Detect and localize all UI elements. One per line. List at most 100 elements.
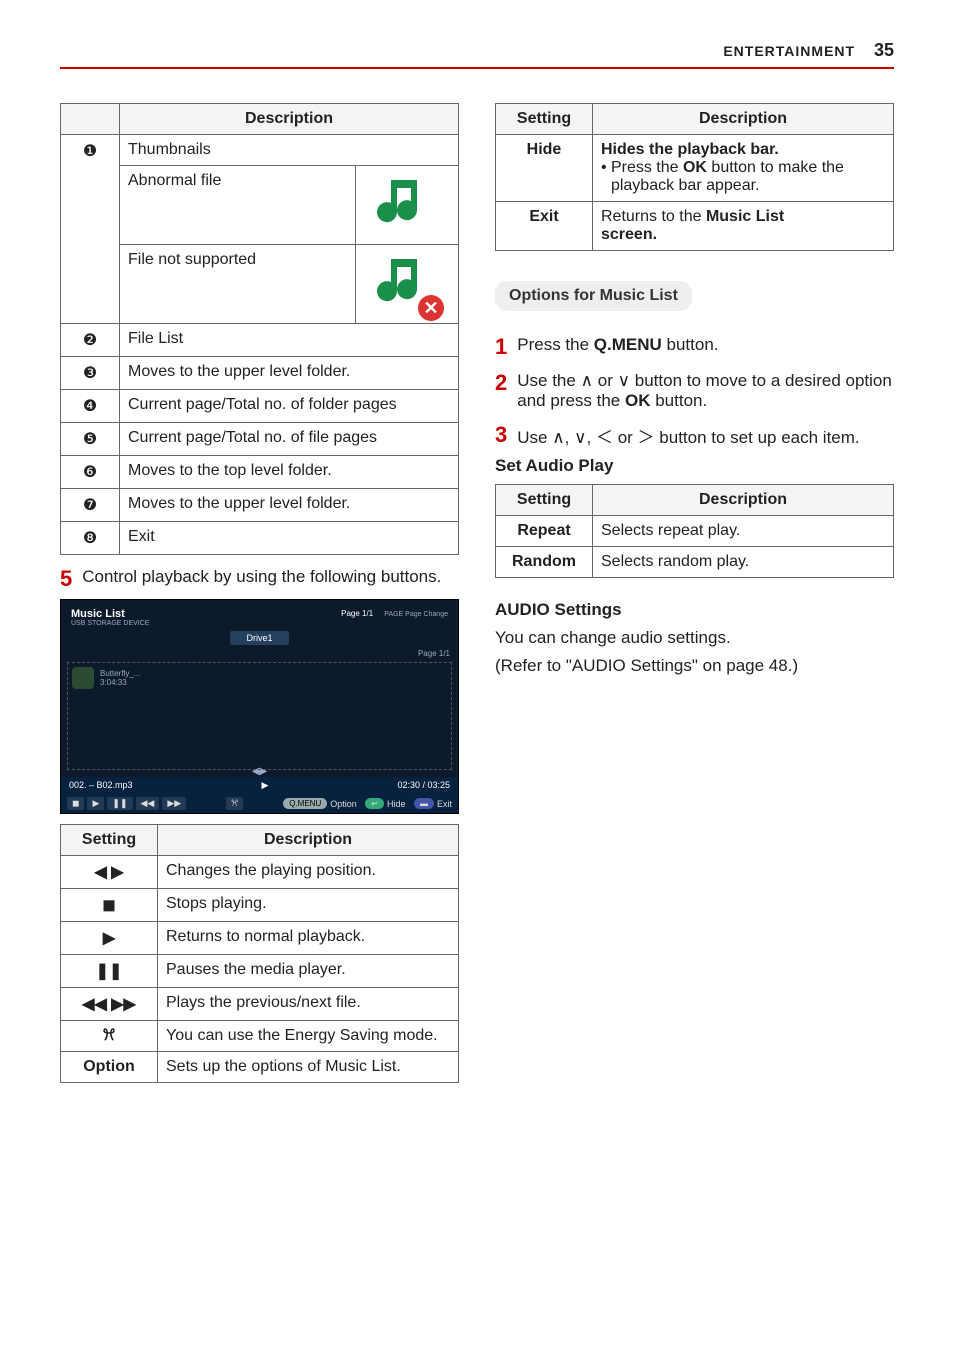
storage-label: USB STORAGE DEVICE [71, 620, 149, 627]
step-1: 1 Press the Q.MENU button. [495, 335, 894, 359]
marker-6: ❻ [83, 464, 97, 481]
exit-key-icon: ▬ [414, 798, 434, 809]
playback-controls-table: Setting Description ◀ ▶Changes the playi… [60, 824, 459, 1083]
repeat-desc: Selects repeat play. [593, 516, 894, 547]
page-indicator-1: Page 1/1 [341, 609, 373, 618]
music-note-error-icon: ✕ [374, 251, 440, 317]
music-list-title: Music List [71, 608, 149, 620]
marker-7: ❼ [83, 497, 97, 514]
audio-settings-line2: (Refer to "AUDIO Settings" on page 48.) [495, 656, 894, 676]
page-change-hint: PAGE Page Change [384, 611, 448, 618]
audio-play-table: Setting Description RepeatSelects repeat… [495, 484, 894, 578]
error-badge-icon: ✕ [418, 295, 444, 321]
prev-button[interactable]: ◀◀ [136, 797, 160, 810]
marker-4: ❹ [83, 398, 97, 415]
controls-header-description: Description [158, 825, 459, 856]
row-abnormal-file: Abnormal file [120, 166, 356, 244]
up-icon: ∧ [581, 371, 593, 390]
section-name: ENTERTAINMENT [723, 43, 855, 59]
energy-saving-button[interactable]: ꕮ [226, 797, 243, 810]
s1-post: button. [662, 335, 719, 354]
now-playing-time: 02:30 / 03:25 [397, 780, 450, 791]
exit-bold1: Music List [706, 208, 784, 225]
step-3: 3 Use ∧, ∨, ＜ or ＞ button to set up each… [495, 423, 894, 448]
marker-1: ❶ [83, 143, 97, 160]
page-header: ENTERTAINMENT 35 [60, 40, 894, 69]
row-folder-pages: Current page/Total no. of folder pages [120, 390, 459, 423]
random-label: Random [496, 547, 593, 578]
table-header-description: Description [120, 104, 459, 135]
step-number: 1 [495, 335, 507, 359]
ctrl-energy-desc: You can use the Energy Saving mode. [158, 1021, 459, 1052]
music-player-screenshot: Music List USB STORAGE DEVICE Page 1/1 P… [60, 599, 459, 814]
drive-label: Drive1 [230, 631, 288, 645]
row-thumbnails: Thumbnails [120, 135, 459, 166]
hide-label: Hide [496, 135, 593, 202]
row-top-folder: Moves to the top level folder. [120, 456, 459, 489]
ap-header-setting: Setting [496, 485, 593, 516]
marker-8: ❽ [83, 530, 97, 547]
s3-post: button to set up each item. [655, 428, 860, 447]
row-upper-folder-2: Moves to the upper level folder. [120, 489, 459, 522]
audio-settings-line1: You can change audio settings. [495, 628, 894, 648]
set-audio-play-header: Set Audio Play [495, 456, 894, 476]
s1-bold: Q.MENU [594, 335, 662, 354]
repeat-label: Repeat [496, 516, 593, 547]
row-file-list: File List [120, 324, 459, 357]
s3-pre: Use [517, 428, 552, 447]
track-thumb-icon [72, 667, 94, 689]
play-symbol-icon: ▶ [262, 780, 269, 791]
row-file-pages: Current page/Total no. of file pages [120, 423, 459, 456]
arrow-icons: ∧, ∨, ＜ or ＞ [552, 428, 654, 447]
exit-pre: Returns to the [601, 208, 706, 225]
audio-settings-title: AUDIO Settings [495, 600, 894, 620]
step-5: 5 Control playback by using the followin… [60, 567, 459, 591]
step-2: 2 Use the ∧ or ∨ button to move to a des… [495, 371, 894, 411]
music-note-icon [374, 172, 440, 238]
exit-bold2: screen. [601, 226, 657, 243]
page-number: 35 [874, 40, 894, 60]
page-indicator-2: Page 1/1 [61, 649, 458, 658]
screen-elements-table: Description ❶ Thumbnails Abnormal file [60, 103, 459, 555]
ctrl-pause-icon: ❚❚ [61, 955, 158, 988]
ctrl-seek-desc: Changes the playing position. [158, 856, 459, 889]
next-button[interactable]: ▶▶ [162, 797, 186, 810]
option-label: Option [330, 799, 357, 809]
step-text: Control playback by using the following … [82, 567, 441, 591]
track-name: Butterfly_... [100, 669, 140, 678]
s2-pre: Use the [517, 371, 580, 390]
ctrl-play-desc: Returns to normal playback. [158, 922, 459, 955]
he-header-description: Description [593, 104, 894, 135]
hide-pre: Press the [611, 159, 683, 176]
track-duration: 3:04:33 [100, 678, 140, 687]
s2-m1: or [593, 371, 618, 390]
ctrl-energy-icon: ꕮ [61, 1021, 158, 1052]
s1-pre: Press the [517, 335, 594, 354]
ap-header-description: Description [593, 485, 894, 516]
ctrl-stop-desc: Stops playing. [158, 889, 459, 922]
qmenu-key-icon: Q.MENU [283, 798, 327, 809]
ctrl-option-desc: Sets up the options of Music List. [158, 1052, 459, 1083]
marker-5: ❺ [83, 431, 97, 448]
pause-button[interactable]: ❚❚ [107, 797, 132, 810]
step-number: 3 [495, 423, 507, 448]
marker-2: ❷ [83, 332, 97, 349]
ctrl-stop-icon: ◼ [61, 889, 158, 922]
ctrl-seek-icon: ◀ ▶ [61, 856, 158, 889]
s2-bold: OK [625, 391, 651, 410]
down-icon: ∨ [618, 371, 630, 390]
play-button[interactable]: ▶ [87, 797, 104, 810]
controls-header-setting: Setting [61, 825, 158, 856]
random-desc: Selects random play. [593, 547, 894, 578]
exit-label: Exit [437, 799, 452, 809]
hide-desc: Hides the playback bar. • Press the OK b… [593, 135, 894, 202]
row-upper-folder: Moves to the upper level folder. [120, 357, 459, 390]
ctrl-option-label: Option [61, 1052, 158, 1083]
ctrl-play-icon: ▶ [61, 922, 158, 955]
hide-exit-table: Setting Description Hide Hides the playb… [495, 103, 894, 251]
row-exit: Exit [120, 522, 459, 555]
ctrl-pause-desc: Pauses the media player. [158, 955, 459, 988]
exit-desc: Returns to the Music List screen. [593, 202, 894, 251]
stop-button[interactable]: ◼ [67, 797, 84, 810]
hide-lead: Hides the playback bar. [601, 141, 779, 158]
